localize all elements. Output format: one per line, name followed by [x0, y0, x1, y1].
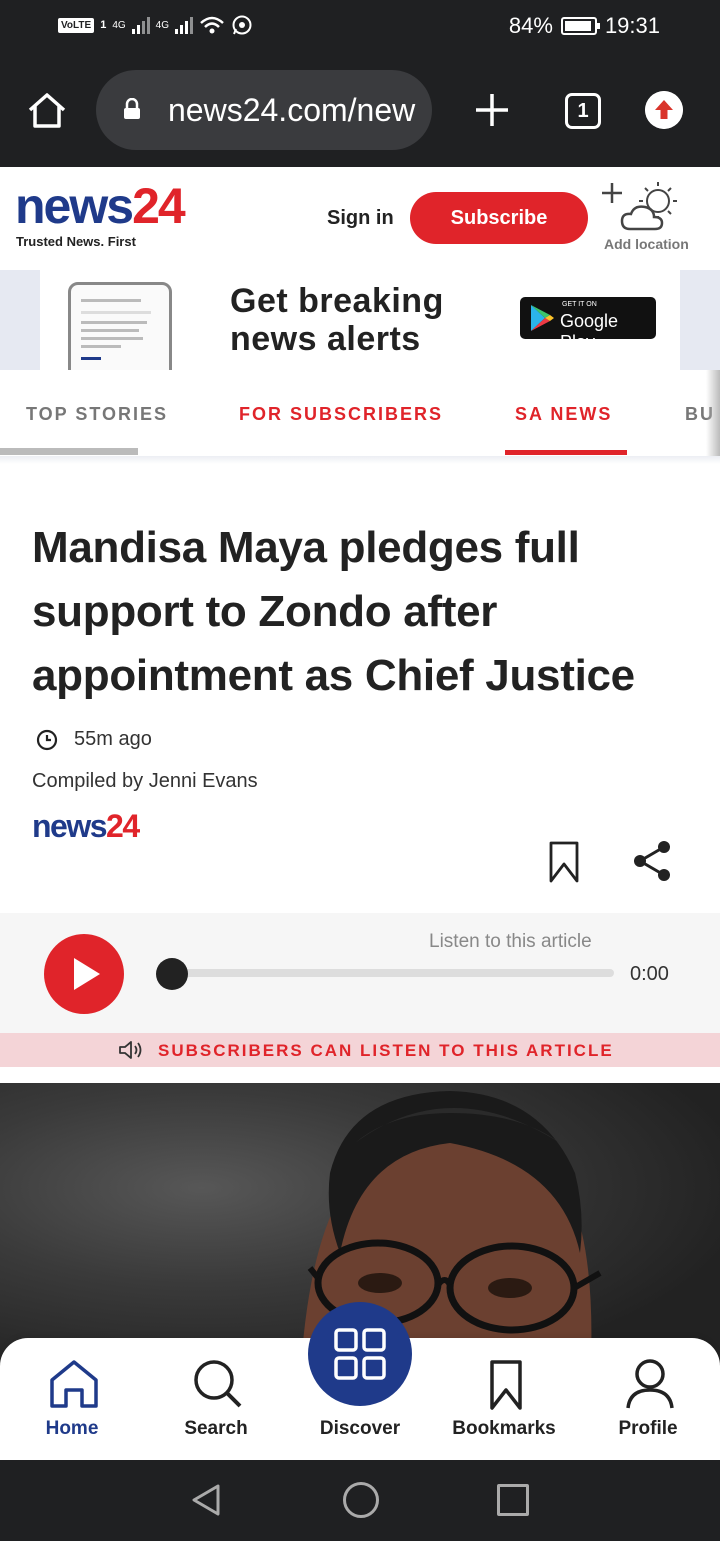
profile-icon — [626, 1359, 674, 1409]
search-icon — [194, 1360, 242, 1408]
add-weather-location-icon[interactable] — [600, 179, 688, 239]
status-bar: VoLTE 1 4G 4G 84% 19:31 — [0, 0, 720, 55]
net-type-1: 4G — [112, 19, 126, 31]
news24-logo[interactable]: news24 — [15, 181, 186, 231]
lock-icon — [124, 98, 140, 119]
nav-home[interactable]: Home — [2, 1338, 142, 1460]
article-byline: Compiled by Jenni Evans — [32, 770, 258, 792]
listen-label: Listen to this article — [429, 931, 592, 952]
site-header: news24 Trusted News. First Sign in Subsc… — [0, 167, 720, 270]
discover-button[interactable] — [308, 1302, 412, 1406]
play-icon — [74, 958, 100, 990]
status-left: VoLTE 1 4G 4G — [58, 14, 253, 36]
logo-tagline: Trusted News. First — [16, 234, 136, 249]
play-store-icon — [531, 305, 554, 331]
wifi-icon — [200, 16, 224, 34]
browser-toolbar: news24.com/new 1 — [0, 55, 720, 167]
share-icon[interactable] — [632, 840, 672, 882]
update-icon[interactable] — [645, 91, 683, 129]
nav-bookmarks[interactable]: Bookmarks — [434, 1338, 574, 1460]
source-logo: news24 — [32, 808, 140, 844]
promo-inner: Get breaking news alerts GET IT ON Googl… — [40, 270, 680, 370]
nav-profile[interactable]: Profile — [578, 1338, 718, 1460]
recent-apps-icon[interactable] — [497, 1484, 529, 1516]
tabs-scroll-indicator — [0, 448, 138, 455]
audio-progress-knob[interactable] — [156, 958, 188, 990]
tabs-shadow — [0, 456, 720, 464]
back-icon[interactable] — [188, 1482, 224, 1518]
net-type-2: 4G — [155, 19, 169, 31]
new-tab-icon[interactable] — [473, 91, 511, 129]
url-text: news24.com/new — [168, 92, 416, 128]
nav-bookmarks-label: Bookmarks — [452, 1418, 556, 1439]
subscribers-notice[interactable]: SUBSCRIBERS CAN LISTEN TO THIS ARTICLE — [0, 1033, 720, 1067]
battery-icon — [560, 17, 600, 35]
nav-search[interactable]: Search — [146, 1338, 286, 1460]
home-icon — [50, 1360, 98, 1408]
grid-icon — [334, 1328, 386, 1380]
clock: 19:31 — [604, 13, 660, 38]
clock-icon — [36, 729, 58, 750]
nav-profile-label: Profile — [618, 1418, 678, 1439]
phone-mockup-image — [68, 282, 172, 370]
section-tabs: TOP STORIES FOR SUBSCRIBERS SA NEWS BU — [0, 370, 720, 456]
audio-time: 0:00 — [630, 963, 669, 985]
sim-slot: 1 — [100, 19, 107, 31]
signal-2-icon — [175, 16, 193, 34]
browser-home-icon[interactable] — [26, 90, 68, 132]
subscribers-notice-text: SUBSCRIBERS CAN LISTEN TO THIS ARTICLE — [158, 1041, 614, 1060]
promo-headline: Get breaking news alerts — [230, 282, 444, 358]
audio-player: Listen to this article 0:00 — [0, 913, 720, 1033]
active-tab-underline — [505, 450, 627, 455]
tab-top-stories[interactable]: TOP STORIES — [26, 404, 168, 425]
url-bar[interactable]: news24.com/new — [96, 70, 432, 150]
article-time: 55m ago — [36, 728, 152, 751]
nav-discover-label: Discover — [319, 1418, 401, 1439]
tab-switcher-button[interactable]: 1 — [565, 93, 601, 129]
time-ago: 55m ago — [74, 728, 152, 750]
speaker-icon — [119, 1041, 142, 1059]
nav-home-label: Home — [45, 1418, 99, 1439]
whatsapp-icon — [232, 15, 252, 35]
bookmark-icon[interactable] — [548, 840, 580, 884]
tab-for-subscribers[interactable]: FOR SUBSCRIBERS — [239, 404, 443, 425]
system-navigation-bar — [0, 1460, 720, 1541]
status-right: 84% 19:31 — [509, 13, 660, 39]
add-location-label[interactable]: Add location — [604, 236, 689, 252]
app-promo-banner[interactable]: Get breaking news alerts GET IT ON Googl… — [0, 270, 720, 370]
audio-progress-track[interactable] — [170, 969, 614, 977]
play-button[interactable] — [44, 934, 124, 1014]
google-play-badge[interactable]: GET IT ON Google Play — [520, 297, 656, 352]
nav-search-label: Search — [184, 1418, 248, 1439]
tabs-fade — [706, 370, 720, 456]
sign-in-link[interactable]: Sign in — [327, 207, 394, 230]
volte-badge: VoLTE — [58, 17, 95, 33]
signal-1-icon — [131, 16, 150, 34]
article-headline: Mandisa Maya pledges full support to Zon… — [32, 523, 635, 700]
subscribe-button[interactable]: Subscribe — [410, 192, 588, 244]
battery-percent: 84% — [508, 13, 553, 38]
bookmark-icon — [490, 1360, 522, 1410]
system-home-icon[interactable] — [343, 1482, 379, 1518]
tab-sa-news[interactable]: SA NEWS — [515, 404, 612, 425]
